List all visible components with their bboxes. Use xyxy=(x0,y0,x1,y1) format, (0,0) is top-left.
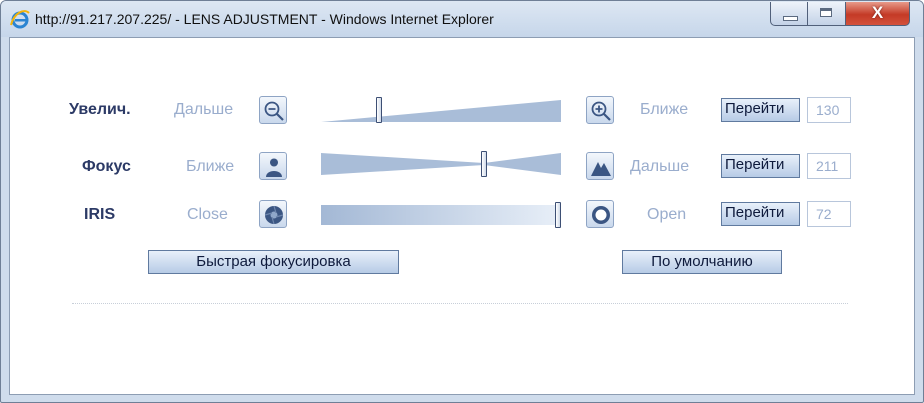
mountain-icon xyxy=(591,162,611,176)
focus-near-text: Ближе xyxy=(186,158,235,175)
close-icon: X xyxy=(871,3,884,22)
person-icon xyxy=(266,158,282,177)
browser-window: http://91.217.207.225/ - LENS ADJUSTMENT… xyxy=(0,0,924,403)
page-content: Увелич. Дальше Ближе Перейти 130 Фокус Б… xyxy=(9,37,915,395)
zoom-in-icon xyxy=(591,101,611,121)
iris-close-button[interactable] xyxy=(259,200,287,228)
zoom-near-text: Ближе xyxy=(640,101,689,118)
focus-label: Фокус xyxy=(82,158,131,175)
close-button[interactable]: X xyxy=(846,2,910,26)
iris-slider-thumb[interactable] xyxy=(555,202,561,228)
maximize-icon xyxy=(820,8,832,17)
iris-value-field[interactable] xyxy=(807,201,851,227)
focus-slider[interactable] xyxy=(321,149,561,179)
ie-logo-icon xyxy=(10,10,30,29)
zoom-out-button[interactable] xyxy=(259,96,287,124)
focus-far-button[interactable] xyxy=(586,152,614,180)
divider xyxy=(72,303,848,304)
zoom-slider[interactable] xyxy=(321,95,561,125)
zoom-slider-thumb[interactable] xyxy=(375,97,382,123)
minimize-button[interactable] xyxy=(770,2,808,26)
iris-go-button[interactable]: Перейти xyxy=(721,202,800,226)
focus-value-field[interactable] xyxy=(807,153,851,179)
defaults-button[interactable]: По умолчанию xyxy=(622,250,782,274)
iris-slider[interactable] xyxy=(321,200,561,230)
zoom-out-icon xyxy=(264,101,284,121)
maximize-button[interactable] xyxy=(808,2,846,26)
zoom-far-text: Дальше xyxy=(174,101,234,118)
iris-open-text: Open xyxy=(647,206,687,223)
focus-slider-thumb[interactable] xyxy=(481,151,488,177)
focus-far-text: Дальше xyxy=(630,158,690,175)
iris-open-icon xyxy=(592,206,610,224)
zoom-go-button[interactable]: Перейти xyxy=(721,98,800,122)
iris-label: IRIS xyxy=(84,206,116,223)
zoom-value-field[interactable] xyxy=(807,97,851,123)
iris-close-icon xyxy=(264,205,284,225)
window-title: http://91.217.207.225/ - LENS ADJUSTMENT… xyxy=(35,11,494,27)
title-bar[interactable]: http://91.217.207.225/ - LENS ADJUSTMENT… xyxy=(1,1,923,37)
focus-near-button[interactable] xyxy=(259,152,287,180)
minimize-icon xyxy=(783,16,798,21)
zoom-in-button[interactable] xyxy=(586,96,614,124)
iris-close-text: Close xyxy=(187,206,228,223)
quick-focus-button[interactable]: Быстрая фокусировка xyxy=(148,250,399,274)
focus-go-button[interactable]: Перейти xyxy=(721,154,800,178)
zoom-label: Увелич. xyxy=(69,101,131,118)
iris-open-button[interactable] xyxy=(586,200,614,228)
